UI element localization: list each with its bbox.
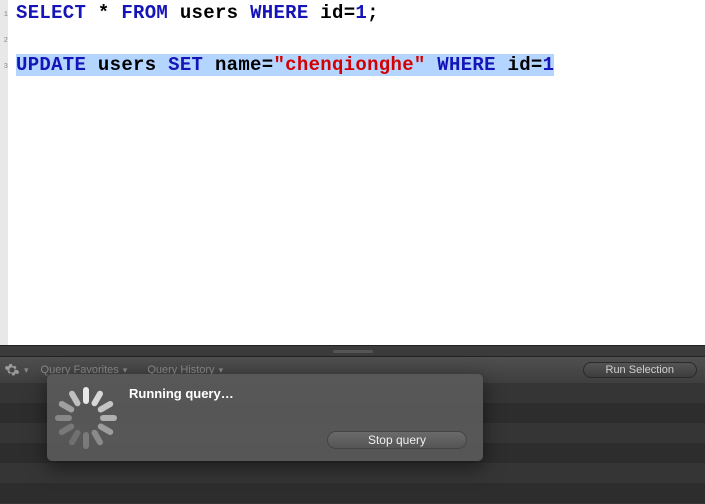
line-gutter: 123: [0, 0, 8, 345]
grip-icon: [333, 350, 373, 353]
spinner-blade: [83, 432, 89, 449]
running-query-overlay: Running query… Stop query: [47, 374, 483, 461]
status-text: Running query…: [129, 386, 467, 401]
line-number: 3: [0, 54, 8, 80]
chevron-down-icon[interactable]: ▾: [24, 365, 29, 376]
token: UPDATE: [16, 54, 86, 76]
token: [309, 2, 321, 24]
token: WHERE: [250, 2, 309, 24]
token: [110, 2, 122, 24]
spinner-blade: [97, 422, 115, 436]
token: WHERE: [437, 54, 496, 76]
token: =: [344, 2, 356, 24]
token: [168, 2, 180, 24]
token: [86, 2, 98, 24]
code-line[interactable]: UPDATE users SET name="chenqionghe" WHER…: [16, 52, 699, 78]
code-line[interactable]: [16, 26, 699, 52]
sql-editor[interactable]: 123 SELECT * FROM users WHERE id=1; UPDA…: [0, 0, 705, 345]
token: id: [320, 2, 343, 24]
line-number: 1: [0, 2, 8, 28]
token: [426, 54, 438, 76]
spinner-blade: [68, 389, 82, 407]
token: [496, 54, 508, 76]
token: =: [531, 54, 543, 76]
code-area[interactable]: SELECT * FROM users WHERE id=1; UPDATE u…: [8, 0, 705, 345]
spinner-blade: [68, 428, 82, 446]
gear-icon[interactable]: [4, 362, 20, 378]
token: id: [508, 54, 531, 76]
token: 1: [355, 2, 367, 24]
spinner-blade: [55, 415, 72, 421]
pane-separator[interactable]: [0, 345, 705, 357]
token: [156, 54, 168, 76]
token: FROM: [121, 2, 168, 24]
token: *: [98, 2, 110, 24]
code-line[interactable]: SELECT * FROM users WHERE id=1;: [16, 0, 699, 26]
stop-query-button[interactable]: Stop query: [327, 431, 467, 449]
token: SELECT: [16, 2, 86, 24]
token: [203, 54, 215, 76]
token: "chenqionghe": [273, 54, 425, 76]
line-number: 2: [0, 28, 8, 54]
spinner-blade: [83, 387, 89, 404]
token: SET: [168, 54, 203, 76]
run-selection-button[interactable]: Run Selection: [583, 362, 698, 378]
token: users: [180, 2, 239, 24]
token: 1: [543, 54, 555, 76]
token: ;: [367, 2, 379, 24]
token: [86, 54, 98, 76]
spinner-blade: [97, 399, 115, 413]
token: [238, 2, 250, 24]
token: users: [98, 54, 157, 76]
spinner-blade: [100, 415, 117, 421]
token: name: [215, 54, 262, 76]
spinner-icon: [55, 387, 117, 449]
token: =: [262, 54, 274, 76]
